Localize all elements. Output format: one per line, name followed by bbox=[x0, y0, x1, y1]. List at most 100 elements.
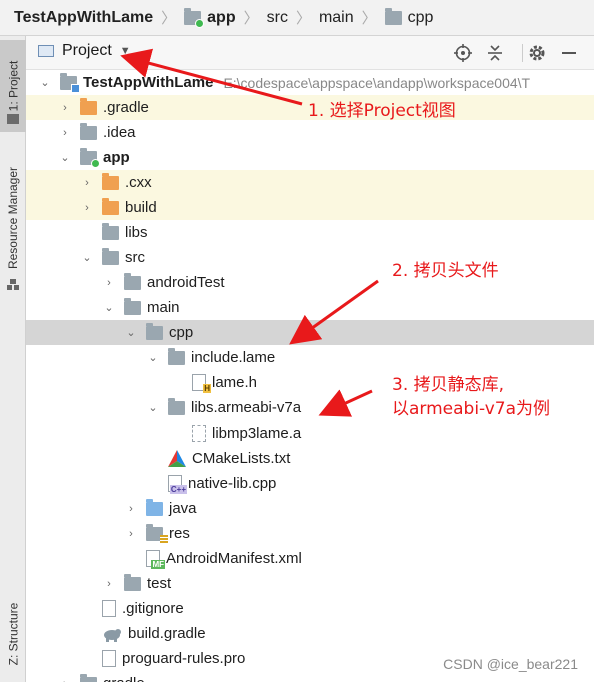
file-type-badge: H bbox=[203, 384, 211, 393]
breadcrumb-item-cpp[interactable]: cpp bbox=[384, 7, 433, 27]
gear-icon[interactable] bbox=[528, 44, 546, 62]
tree-row-root[interactable]: ⌄ TestAppWithLame E:\codespace\appspace\… bbox=[26, 70, 594, 95]
chevron-down-icon[interactable]: ⌄ bbox=[58, 151, 72, 165]
tree-row-include-lame[interactable]: ⌄ include.lame bbox=[26, 345, 594, 370]
breadcrumb-item-src[interactable]: src bbox=[267, 9, 288, 27]
view-selector-label: Project bbox=[62, 42, 112, 59]
collapse-all-icon[interactable] bbox=[486, 44, 504, 62]
tree-row-libs[interactable]: libs bbox=[26, 220, 594, 245]
locate-icon[interactable] bbox=[454, 44, 472, 62]
folder-icon bbox=[80, 97, 97, 115]
tree-label: libs.armeabi-v7a bbox=[191, 399, 302, 416]
chevron-right-icon[interactable]: › bbox=[102, 276, 116, 290]
text-file-icon bbox=[102, 650, 116, 667]
view-selector[interactable]: Project ▼ bbox=[38, 42, 131, 60]
tree-label: proguard-rules.pro bbox=[122, 650, 246, 667]
tree-label: java bbox=[169, 500, 197, 517]
tree-label: test bbox=[147, 575, 172, 592]
chevron-right-icon[interactable]: › bbox=[58, 126, 72, 140]
chevron-down-icon[interactable]: ⌄ bbox=[102, 301, 116, 315]
tree-label: native-lib.cpp bbox=[188, 475, 277, 492]
breadcrumb-item-main[interactable]: main bbox=[319, 9, 354, 27]
tree-row-res[interactable]: › res bbox=[26, 521, 594, 546]
tree-row-test[interactable]: › test bbox=[26, 571, 594, 596]
tree-label: libs bbox=[125, 224, 148, 241]
tree-row-manifest[interactable]: MF AndroidManifest.xml bbox=[26, 546, 594, 571]
tree-label: lame.h bbox=[212, 374, 258, 391]
folder-icon bbox=[168, 347, 185, 365]
tree-row-build-gradle[interactable]: build.gradle bbox=[26, 621, 594, 646]
tab-structure[interactable]: Z: Structure bbox=[0, 586, 26, 682]
gitignore-file-icon bbox=[102, 600, 116, 617]
tree-row-lame-h[interactable]: H lame.h bbox=[26, 370, 594, 395]
tree-row-gitignore[interactable]: .gitignore bbox=[26, 596, 594, 621]
chevron-right-icon[interactable]: › bbox=[58, 101, 72, 115]
chevron-down-icon[interactable]: ⌄ bbox=[124, 326, 138, 340]
tree-label: include.lame bbox=[191, 349, 276, 366]
tree-row-cmakelists[interactable]: CMakeLists.txt bbox=[26, 446, 594, 471]
file-type-badge: MF bbox=[151, 560, 165, 569]
tab-resource-manager[interactable]: Resource Manager bbox=[0, 148, 26, 288]
resource-folder-icon bbox=[146, 523, 168, 543]
tree-row-java[interactable]: › java bbox=[26, 496, 594, 521]
left-tool-strip: 1: Project Resource Manager Z: Structure bbox=[0, 36, 26, 682]
annotation-step1: 1. 选择Project视图 bbox=[308, 101, 456, 121]
chevron-right-icon[interactable]: › bbox=[58, 677, 72, 682]
tree-label: build.gradle bbox=[128, 625, 206, 642]
tree-row-cxx[interactable]: › .cxx bbox=[26, 170, 594, 195]
tree-label: app bbox=[103, 149, 130, 166]
tree-row-cpp[interactable]: ⌄ cpp bbox=[26, 320, 594, 345]
project-tool-window-header: Project ▼ bbox=[26, 36, 594, 70]
chevron-right-icon[interactable]: › bbox=[124, 527, 138, 541]
tab-resource-manager-label: Resource Manager bbox=[6, 166, 20, 270]
tab-structure-label: Z: Structure bbox=[6, 602, 20, 666]
project-tree: ⌄ TestAppWithLame E:\codespace\appspace\… bbox=[26, 70, 594, 682]
chevron-right-icon[interactable]: › bbox=[80, 176, 94, 190]
tree-row-main[interactable]: ⌄ main bbox=[26, 295, 594, 320]
folder-icon bbox=[146, 322, 163, 340]
breadcrumb-app-label: app bbox=[207, 8, 236, 26]
tree-row-idea[interactable]: › .idea bbox=[26, 120, 594, 145]
tree-row-androidtest[interactable]: › androidTest bbox=[26, 270, 594, 295]
breadcrumb-item-project[interactable]: TestAppWithLame bbox=[14, 9, 153, 27]
chevron-down-icon[interactable]: ⌄ bbox=[146, 351, 160, 365]
tree-row-src[interactable]: ⌄ src bbox=[26, 245, 594, 270]
annotation-step3-line1: 3. 拷贝静态库, bbox=[392, 375, 505, 395]
chevron-right-icon[interactable]: › bbox=[124, 502, 138, 516]
chevron-down-icon: ▼ bbox=[119, 45, 131, 57]
tree-label: libmp3lame.a bbox=[212, 425, 302, 442]
folder-icon bbox=[80, 673, 97, 682]
resource-manager-icon bbox=[7, 278, 19, 290]
chevron-right-icon[interactable]: › bbox=[80, 201, 94, 215]
tree-label: build bbox=[125, 199, 157, 216]
folder-icon bbox=[102, 197, 119, 215]
breadcrumb-item-app[interactable]: app bbox=[184, 7, 236, 28]
chevron-right-icon[interactable]: › bbox=[102, 577, 116, 591]
project-tab-icon bbox=[7, 114, 19, 124]
tree-label: res bbox=[169, 525, 190, 542]
chevron-right-icon: 〉 bbox=[243, 10, 259, 27]
tree-row-libmp3lame[interactable]: libmp3lame.a bbox=[26, 421, 594, 446]
folder-icon bbox=[102, 222, 119, 240]
library-file-icon bbox=[192, 425, 206, 442]
source-folder-icon bbox=[146, 498, 163, 516]
tree-label: .idea bbox=[103, 124, 136, 141]
window-icon bbox=[38, 45, 54, 57]
module-folder-icon bbox=[184, 7, 205, 28]
chevron-down-icon[interactable]: ⌄ bbox=[146, 401, 160, 415]
tree-label: AndroidManifest.xml bbox=[166, 550, 302, 567]
chevron-down-icon[interactable]: ⌄ bbox=[38, 76, 52, 90]
cmake-icon bbox=[168, 450, 186, 467]
minimize-icon[interactable] bbox=[560, 44, 578, 62]
tab-project-label: 1: Project bbox=[6, 60, 21, 112]
tree-row-app[interactable]: ⌄ app bbox=[26, 145, 594, 170]
tree-row-gradle-bottom[interactable]: › gradle bbox=[26, 671, 594, 682]
header-file-icon: H bbox=[192, 374, 211, 393]
chevron-down-icon[interactable]: ⌄ bbox=[80, 251, 94, 265]
manifest-file-icon: MF bbox=[146, 550, 165, 569]
tree-row-build[interactable]: › build bbox=[26, 195, 594, 220]
module-folder-icon bbox=[60, 72, 80, 93]
watermark: CSDN @ice_bear221 bbox=[443, 656, 578, 672]
tree-row-native-lib[interactable]: C++ native-lib.cpp bbox=[26, 471, 594, 496]
folder-icon bbox=[124, 272, 141, 290]
